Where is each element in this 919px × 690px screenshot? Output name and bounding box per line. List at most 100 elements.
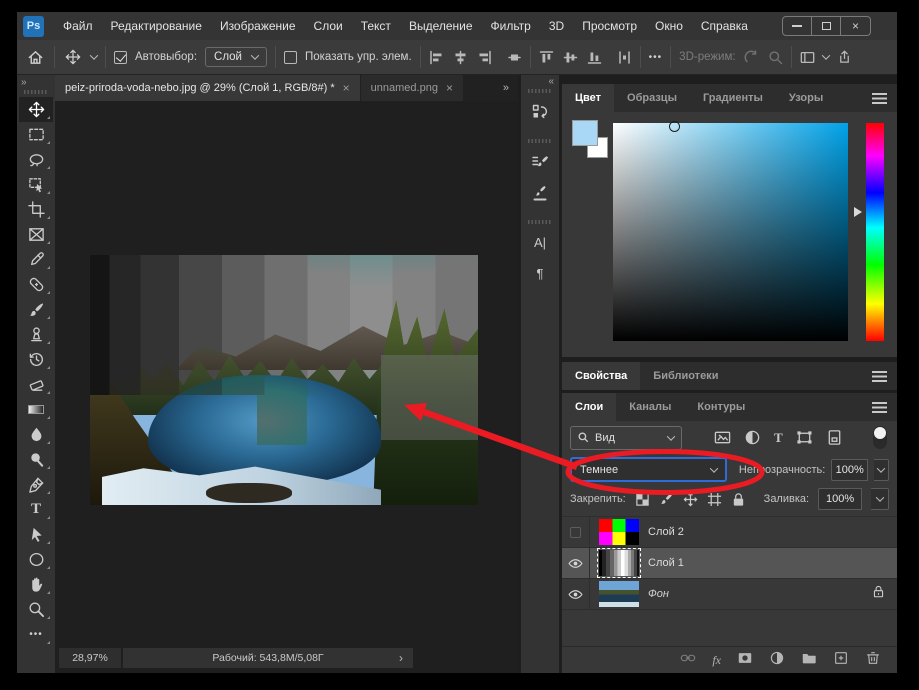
layer-row[interactable]: Слой 2: [562, 517, 897, 548]
menu-select[interactable]: Выделение: [400, 14, 482, 38]
distribute-vertical-icon[interactable]: [617, 50, 632, 65]
menu-filter[interactable]: Фильтр: [482, 14, 540, 38]
panel-menu-icon[interactable]: [872, 371, 887, 382]
menu-image[interactable]: Изображение: [211, 14, 305, 38]
visibility-toggle[interactable]: [562, 579, 590, 609]
tool-pen[interactable]: [19, 472, 53, 497]
workspace-switcher-icon[interactable]: [800, 50, 815, 65]
history-panel-button[interactable]: [523, 96, 557, 127]
tool-eyedropper[interactable]: [19, 247, 53, 272]
tab-channels[interactable]: Каналы: [616, 393, 684, 421]
color-field-marker[interactable]: [669, 121, 680, 132]
menu-window[interactable]: Окно: [646, 14, 692, 38]
align-middle-icon[interactable]: [563, 50, 578, 65]
tool-dodge[interactable]: [19, 447, 53, 472]
menu-help[interactable]: Справка: [692, 14, 757, 38]
tool-rectangular-marquee[interactable]: [19, 122, 53, 147]
fill-field[interactable]: 100%: [818, 488, 862, 510]
show-transform-controls-checkbox[interactable]: [284, 51, 297, 64]
tab-close-icon[interactable]: ×: [446, 81, 453, 95]
menu-file[interactable]: Файл: [54, 14, 102, 38]
layer-style-button[interactable]: fx: [712, 653, 721, 668]
toolbar-expand-icon[interactable]: »: [17, 75, 31, 88]
tool-path-selection[interactable]: [19, 522, 53, 547]
dock-grip[interactable]: [528, 139, 552, 143]
brush-settings-panel-button[interactable]: [523, 146, 557, 177]
lock-transparency-icon[interactable]: [635, 492, 650, 507]
chevron-down-icon[interactable]: [90, 51, 98, 59]
menu-view[interactable]: Просмотр: [573, 14, 646, 38]
dock-collapse-icon[interactable]: «: [543, 75, 559, 87]
filter-pixel-layers-icon[interactable]: [714, 429, 731, 446]
layer-row-selected[interactable]: Слой 1: [562, 548, 897, 579]
tool-crop[interactable]: [19, 197, 53, 222]
minimize-button[interactable]: [783, 17, 812, 35]
autoselect-checkbox[interactable]: [114, 51, 127, 64]
layer-row-background[interactable]: Фон: [562, 579, 897, 610]
foreground-color-swatch[interactable]: [572, 120, 598, 146]
align-right-icon[interactable]: [477, 50, 492, 65]
share-icon[interactable]: [837, 50, 852, 65]
brushes-panel-button[interactable]: [523, 177, 557, 208]
canvas[interactable]: 28,97% Рабочий: 543,8М/5,08Г ›: [55, 101, 518, 673]
move-tool-preset-icon[interactable]: [63, 47, 83, 67]
filter-shape-layers-icon[interactable]: [796, 429, 813, 446]
panel-menu-icon[interactable]: [872, 93, 887, 104]
character-panel-button[interactable]: A|: [523, 227, 557, 258]
tool-lasso[interactable]: [19, 147, 53, 172]
toolbar-more[interactable]: •••: [19, 622, 53, 647]
tool-zoom[interactable]: [19, 597, 53, 622]
tool-object-selection[interactable]: [19, 172, 53, 197]
fill-dropdown-button[interactable]: [871, 488, 889, 510]
tab-color[interactable]: Цвет: [562, 84, 614, 112]
document-tab-active[interactable]: peiz-priroda-voda-nebo.jpg @ 29% (Слой 1…: [55, 75, 360, 101]
lock-pixels-icon[interactable]: [659, 492, 674, 507]
lock-all-icon[interactable]: [731, 492, 746, 507]
zoom-level-field[interactable]: 28,97%: [59, 648, 121, 668]
link-layers-button[interactable]: [680, 650, 696, 671]
hue-slider-arrow[interactable]: [854, 207, 862, 217]
filter-smart-objects-icon[interactable]: [826, 429, 843, 446]
tool-clone-stamp[interactable]: [19, 322, 53, 347]
tool-blur[interactable]: [19, 422, 53, 447]
home-icon[interactable]: [25, 47, 46, 68]
distribute-horizontal-icon[interactable]: [507, 50, 522, 65]
tool-type[interactable]: T: [19, 497, 53, 522]
color-field[interactable]: [613, 123, 848, 341]
tool-history-brush[interactable]: [19, 347, 53, 372]
tool-hand[interactable]: [19, 572, 53, 597]
toolbar-grip[interactable]: [24, 90, 48, 94]
hue-slider[interactable]: [866, 123, 884, 341]
align-bottom-icon[interactable]: [587, 50, 602, 65]
align-top-icon[interactable]: [539, 50, 554, 65]
filter-adjustment-layers-icon[interactable]: [744, 429, 761, 446]
menu-edit[interactable]: Редактирование: [102, 14, 211, 38]
new-layer-button[interactable]: [833, 650, 849, 671]
menu-3d[interactable]: 3D: [540, 14, 573, 38]
tab-paths[interactable]: Контуры: [684, 393, 758, 421]
layer-lock-badge[interactable]: [872, 585, 885, 603]
tool-frame[interactable]: [19, 222, 53, 247]
tab-gradients[interactable]: Градиенты: [690, 84, 776, 112]
dock-grip[interactable]: [528, 89, 552, 93]
tool-gradient[interactable]: [19, 397, 53, 422]
align-center-icon[interactable]: [453, 50, 468, 65]
filter-type-layers-icon[interactable]: T: [774, 430, 783, 446]
tab-overflow-icon[interactable]: »: [494, 82, 518, 94]
align-left-icon[interactable]: [429, 50, 444, 65]
chevron-down-icon[interactable]: [821, 51, 829, 59]
tool-ellipse[interactable]: [19, 547, 53, 572]
filter-toggle-switch[interactable]: [873, 426, 887, 449]
tab-patterns[interactable]: Узоры: [776, 84, 836, 112]
canvas-image[interactable]: [90, 255, 478, 505]
layer-filter-select[interactable]: Вид: [570, 426, 682, 450]
tab-close-icon[interactable]: ×: [343, 81, 350, 95]
blend-mode-select[interactable]: Темнее: [570, 457, 727, 482]
tool-move[interactable]: [19, 97, 53, 122]
dock-grip[interactable]: [528, 220, 552, 224]
add-mask-button[interactable]: [737, 650, 753, 671]
maximize-button[interactable]: [812, 17, 841, 35]
visibility-toggle[interactable]: [562, 548, 590, 578]
delete-layer-button[interactable]: [865, 650, 881, 671]
opacity-dropdown-button[interactable]: [874, 459, 889, 481]
